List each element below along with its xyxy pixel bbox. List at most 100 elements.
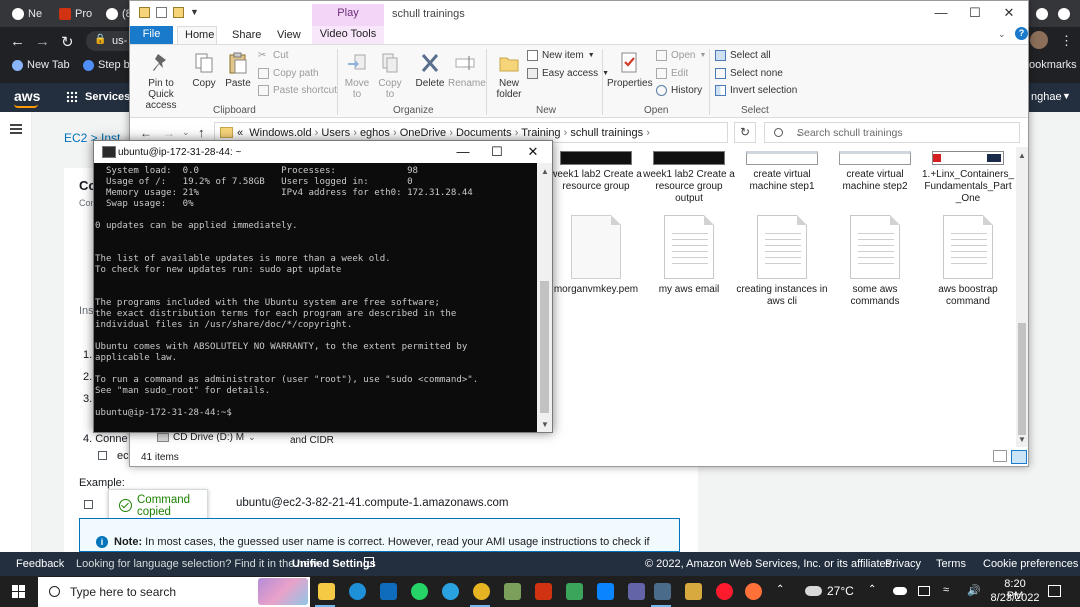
move-to-button[interactable]: Move to xyxy=(342,51,372,100)
history-button[interactable]: History xyxy=(656,85,702,96)
scroll-up-icon[interactable]: ▲ xyxy=(1018,151,1026,160)
help-icon[interactable]: ? xyxy=(1015,27,1028,40)
account-menu[interactable]: nghae xyxy=(1031,91,1062,103)
properties-icon[interactable] xyxy=(156,7,167,18)
feedback-link[interactable]: Feedback xyxy=(16,558,64,570)
firefox-icon[interactable] xyxy=(745,583,762,600)
windows-start-icon[interactable] xyxy=(12,585,25,598)
file-item[interactable]: aws boostrap command xyxy=(922,215,1014,308)
file-item[interactable]: week1 lab2 Create a resource group outpu… xyxy=(643,151,735,205)
crumb-users[interactable]: Users xyxy=(321,127,350,139)
chevron-up-icon[interactable]: ⌃ xyxy=(776,584,784,595)
crumb-documents[interactable]: Documents xyxy=(456,127,512,139)
store-icon[interactable] xyxy=(685,583,702,600)
show-hidden-icons-icon[interactable]: ⌃ xyxy=(868,584,876,595)
properties-button[interactable]: Properties xyxy=(607,51,653,89)
details-view-icon[interactable] xyxy=(993,450,1007,462)
browser-tab[interactable]: (8 xyxy=(106,4,132,23)
scroll-down-icon[interactable]: ▼ xyxy=(541,420,549,429)
crumb-onedrive[interactable]: OneDrive xyxy=(400,127,446,139)
crumb-eghos[interactable]: eghos xyxy=(360,127,390,139)
rename-button[interactable]: Rename xyxy=(448,51,486,89)
url-bar[interactable]: 🔒 us- xyxy=(86,31,130,51)
pin-quick-access-button[interactable]: Pin to Quick access xyxy=(135,51,187,111)
git-icon[interactable] xyxy=(654,583,671,600)
forward-arrow-icon[interactable]: → xyxy=(35,33,50,50)
crumb-windows-old[interactable]: Windows.old xyxy=(249,127,311,139)
crumb-training[interactable]: Training xyxy=(521,127,560,139)
easy-access-button[interactable]: Easy access ▼ xyxy=(527,68,609,79)
scroll-down-icon[interactable]: ▼ xyxy=(1018,435,1026,444)
search-input[interactable]: Search schull trainings xyxy=(764,122,1020,143)
file-item[interactable]: my aws email xyxy=(643,215,735,296)
forward-arrow-icon[interactable]: → xyxy=(163,126,175,140)
weather-widget[interactable]: 27°C xyxy=(805,584,854,598)
new-folder-icon[interactable] xyxy=(173,7,184,18)
copy-to-button[interactable]: Copy to xyxy=(375,51,405,100)
recent-locations-icon[interactable]: ⌄ xyxy=(182,127,190,138)
invert-selection-button[interactable]: Invert selection xyxy=(715,85,797,96)
copy-path-button[interactable]: Copy path xyxy=(258,68,319,79)
copy-icon[interactable] xyxy=(98,451,107,460)
new-folder-button[interactable]: New folder xyxy=(491,51,527,100)
teams-icon[interactable] xyxy=(628,583,645,600)
clock-date[interactable]: 8/23/2022 xyxy=(988,592,1042,604)
terminal-output[interactable]: System load: 0.0 Processes: 98 Usage of … xyxy=(95,166,535,431)
search-highlight-image[interactable] xyxy=(258,578,308,605)
copy-icon[interactable] xyxy=(84,500,93,509)
select-all-button[interactable]: Select all xyxy=(715,50,771,61)
up-arrow-icon[interactable]: ↑ xyxy=(198,125,205,140)
browser-tab[interactable]: Pro xyxy=(59,4,92,23)
crumb-schull-trainings[interactable]: schull trainings xyxy=(570,127,643,139)
bookmark-new-tab[interactable]: New Tab xyxy=(12,59,70,71)
hamburger-menu-icon[interactable] xyxy=(10,124,22,134)
cut-button[interactable]: ✂ Cut xyxy=(258,50,289,61)
maximize-icon[interactable]: ☐ xyxy=(958,4,992,22)
aws-logo[interactable]: aws xyxy=(14,88,40,104)
bookmark-step-by[interactable]: Step by xyxy=(83,59,135,71)
scroll-up-icon[interactable]: ▲ xyxy=(541,167,549,176)
paste-shortcut-button[interactable]: Paste shortcut xyxy=(258,85,337,96)
filezilla-icon[interactable] xyxy=(535,583,552,600)
reload-icon[interactable]: ↻ xyxy=(61,33,74,51)
onedrive-icon[interactable] xyxy=(893,587,907,595)
file-item[interactable]: week1 lab2 Create a resource group xyxy=(550,151,642,193)
services-menu[interactable]: Services xyxy=(85,91,130,103)
ribbon-expand-icon[interactable]: ⌄ xyxy=(998,29,1006,40)
avatar[interactable] xyxy=(1030,31,1048,49)
tab-share[interactable]: Share xyxy=(232,29,261,41)
scrollbar-thumb[interactable] xyxy=(540,281,549,413)
chevron-down-icon[interactable]: ▼ xyxy=(1062,91,1071,101)
tab-video-tools[interactable]: Video Tools xyxy=(312,26,384,44)
new-item-button[interactable]: New item ▼ xyxy=(527,50,595,61)
terms-link[interactable]: Terms xyxy=(936,558,966,570)
nav-item-cd-drive[interactable]: CD Drive (D:) M ⌄ xyxy=(157,432,256,443)
browser-tab[interactable] xyxy=(1058,4,1070,23)
open-button[interactable]: Open ▼ xyxy=(656,50,706,61)
delete-button[interactable]: Delete xyxy=(413,51,447,89)
paste-button[interactable]: Paste xyxy=(224,51,252,89)
mail-icon[interactable] xyxy=(380,583,397,600)
back-arrow-icon[interactable]: ← xyxy=(140,126,152,140)
customize-dropdown-icon[interactable]: ▼ xyxy=(190,7,199,18)
folder-icon[interactable] xyxy=(139,7,150,18)
app-icon[interactable] xyxy=(566,583,583,600)
grid-icon[interactable] xyxy=(66,91,78,103)
browser-tab[interactable]: Ne xyxy=(12,4,42,23)
volume-icon[interactable]: 🔊 xyxy=(967,584,981,597)
notification-icon[interactable] xyxy=(1048,585,1061,597)
whatsapp-icon[interactable] xyxy=(411,583,428,600)
photos-icon[interactable] xyxy=(597,583,614,600)
tab-view[interactable]: View xyxy=(277,29,301,41)
copy-button[interactable]: Copy xyxy=(190,51,218,89)
file-item[interactable]: create virtual machine step2 xyxy=(829,151,921,193)
more-icon[interactable]: ⋮ xyxy=(1060,33,1073,49)
large-icons-view-icon[interactable] xyxy=(1011,450,1027,464)
maximize-icon[interactable]: ☐ xyxy=(480,143,514,161)
select-none-button[interactable]: Select none xyxy=(715,68,783,79)
all-bookmarks[interactable]: ookmarks xyxy=(1029,59,1077,71)
browser-tab[interactable] xyxy=(1036,4,1048,23)
edit-button[interactable]: Edit xyxy=(656,68,688,79)
breadcrumb-ec2[interactable]: EC2 xyxy=(64,131,87,145)
file-item[interactable]: 1.+Linx_Containers_Fundamentals_Part_One xyxy=(922,151,1014,205)
